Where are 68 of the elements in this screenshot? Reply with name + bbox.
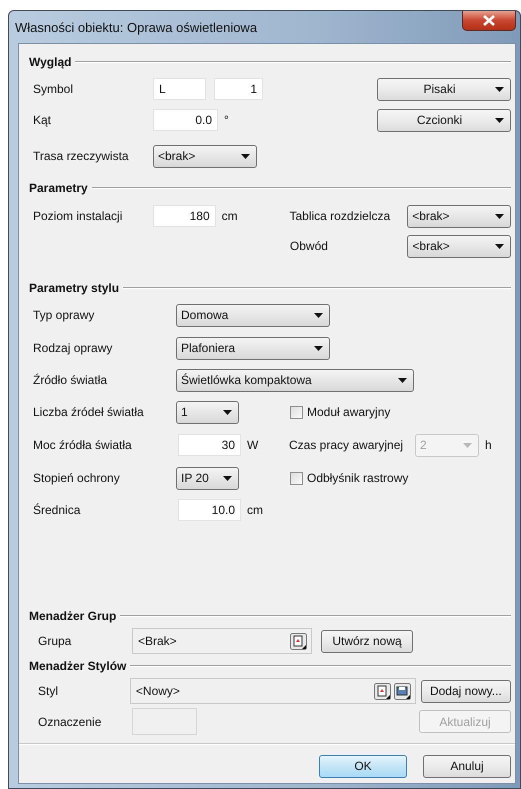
diameter-field[interactable]: 10.0 (178, 499, 241, 521)
field-label: Kąt (33, 113, 52, 127)
caret-icon (463, 442, 472, 448)
field-label: Źródło światła (33, 373, 108, 387)
close-button[interactable] (462, 11, 516, 31)
source-count-dropdown[interactable]: 1 (176, 400, 239, 424)
unit-label: cm (247, 503, 263, 517)
document-icon[interactable] (290, 632, 307, 650)
field-label: Obwód (290, 239, 329, 253)
section-heading: Menadżer Stylów (29, 659, 128, 673)
field-label: Średnica (33, 503, 82, 517)
unit-label: W (247, 438, 260, 452)
route-dropdown[interactable]: <brak> (153, 144, 257, 168)
field-label: Trasa rzeczywista (33, 149, 130, 163)
close-icon (483, 15, 495, 26)
caret-icon (495, 244, 504, 248)
field-label: Grupa (37, 634, 72, 648)
caret-icon (241, 154, 250, 158)
field-label: Poziom instalacji (33, 209, 124, 223)
caret-icon (314, 346, 323, 350)
protection-dropdown[interactable]: IP 20 (176, 466, 239, 490)
field-label: Oznaczenie (37, 714, 102, 728)
section-heading: Parametry (29, 181, 89, 195)
light-source-dropdown[interactable]: Świetlówka kompaktowa (176, 368, 414, 392)
symbol-number-field[interactable]: 1 (214, 78, 263, 100)
power-field[interactable]: 30 (178, 434, 241, 456)
symbol-field[interactable]: L (153, 78, 206, 100)
emergency-module-checkbox[interactable]: Moduł awaryjny (290, 405, 390, 419)
caret-icon (223, 410, 232, 414)
pens-button[interactable]: Pisaki (377, 78, 511, 100)
save-icon[interactable] (394, 682, 411, 700)
caret-icon (223, 476, 232, 480)
fixture-kind-dropdown[interactable]: Plafoniera (176, 336, 330, 360)
group-field[interactable]: <Brak> (132, 628, 312, 654)
board-dropdown[interactable]: <brak> (407, 204, 511, 228)
field-label: Rodzaj oprawy (33, 341, 114, 355)
fixture-type-dropdown[interactable]: Domowa (176, 304, 330, 326)
caret-icon (314, 312, 323, 318)
create-new-button[interactable]: Utwórz nową (321, 630, 413, 652)
unit-label: ° (224, 113, 229, 127)
level-field[interactable]: 180 (152, 205, 216, 227)
caret-icon (495, 86, 504, 92)
field-label: Symbol (33, 82, 74, 96)
style-field[interactable]: <Nowy> (130, 678, 416, 704)
document-icon[interactable] (374, 682, 391, 700)
section-heading: Wygląd (29, 55, 72, 69)
raster-reflector-checkbox[interactable]: Odbłyśnik rastrowy (290, 471, 408, 485)
cancel-button[interactable]: Anuluj (423, 754, 511, 778)
angle-field[interactable]: 0.0 (153, 109, 218, 131)
unit-label: h (485, 438, 492, 452)
ok-button[interactable]: OK (319, 754, 407, 778)
add-new-button[interactable]: Dodaj nowy... (420, 680, 511, 702)
caret-icon (495, 118, 504, 122)
window-title: Własności obiektu: Oprawa oświetleniowa (15, 20, 258, 35)
caret-icon (495, 214, 504, 218)
field-label: Typ oprawy (33, 308, 96, 322)
field-label: Styl (37, 684, 60, 698)
field-label: Moc źródła światła (33, 438, 133, 452)
fonts-button[interactable]: Czcionki (377, 108, 511, 132)
section-heading: Parametry stylu (29, 281, 120, 295)
section-heading: Menadżer Grup (29, 609, 118, 623)
unit-label: cm (222, 209, 239, 223)
caret-icon (398, 378, 407, 382)
field-label: Czas pracy awaryjnej (289, 438, 404, 452)
field-label: Liczba źródeł światła (33, 405, 145, 419)
field-label: Stopień ochrony (33, 471, 121, 485)
field-label: Tablica rozdzielcza (289, 209, 392, 223)
circuit-dropdown[interactable]: <brak> (407, 234, 511, 258)
